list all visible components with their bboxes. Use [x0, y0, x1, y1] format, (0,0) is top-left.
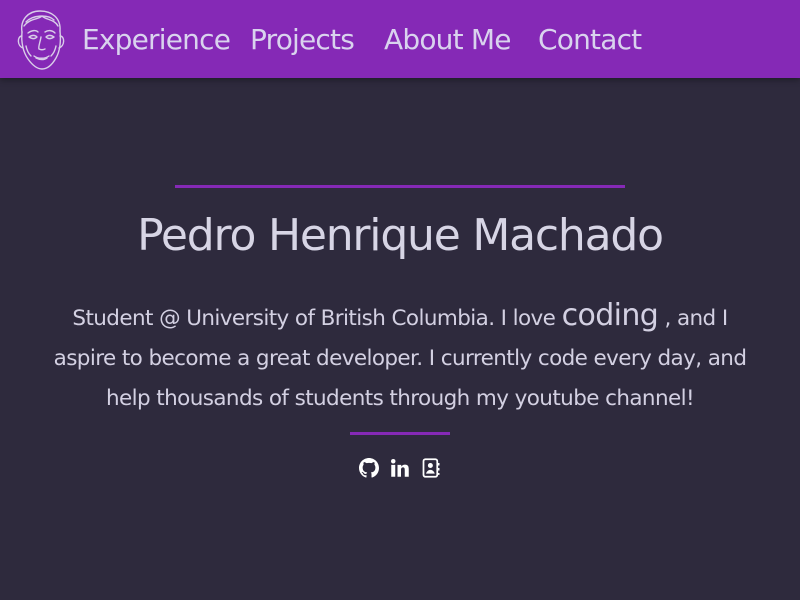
linkedin-icon[interactable] [390, 458, 410, 478]
social-links [0, 457, 800, 479]
bio-text-before: Student @ University of British Columbia… [72, 306, 562, 331]
hero-section: Pedro Henrique Machado Student @ Univers… [0, 78, 800, 600]
bio-highlight-word: coding [561, 298, 659, 333]
accent-divider-bottom [350, 432, 450, 435]
github-icon[interactable] [358, 457, 379, 478]
nav-link-experience[interactable]: Experience [82, 20, 231, 60]
bio-text: Student @ University of British Columbia… [45, 296, 755, 419]
contact-card-icon[interactable] [421, 457, 441, 478]
nav-link-projects[interactable]: Projects [250, 20, 355, 60]
nav-link-about-me[interactable]: About Me [384, 20, 511, 60]
page-title: Pedro Henrique Machado [137, 210, 664, 261]
nav-link-contact[interactable]: Contact [538, 20, 642, 60]
navbar: Experience Projects About Me Contact [0, 0, 800, 78]
face-sketch-logo-icon[interactable] [12, 6, 70, 74]
accent-divider-top [175, 185, 625, 188]
